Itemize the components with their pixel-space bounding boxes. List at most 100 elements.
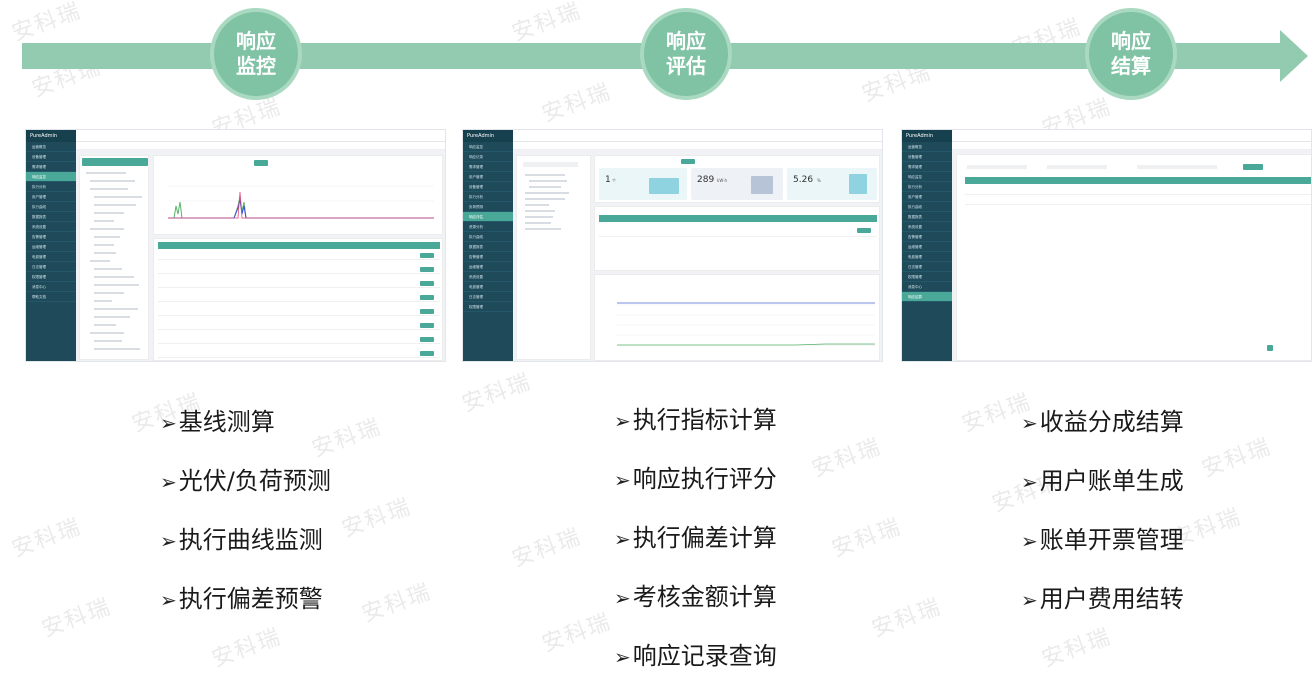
bullet-icon: ➢ — [1021, 470, 1038, 494]
app-logo: PureAdmin — [26, 130, 76, 142]
stat-energy-unit: kW·h — [717, 178, 728, 183]
watermark: 安科瑞 — [828, 514, 905, 563]
sidebar-item[interactable]: 用户管理 — [902, 192, 952, 202]
list-item: ➢响应执行评分 — [614, 459, 777, 518]
sidebar-item[interactable]: 用户管理 — [463, 172, 513, 182]
sidebar-item[interactable]: 资源分析 — [463, 222, 513, 232]
curve-panel — [153, 155, 443, 235]
sidebar-item[interactable]: 设备管理 — [902, 152, 952, 162]
top-bar — [952, 130, 1311, 142]
feature-label: 用户账单生成 — [1039, 467, 1184, 495]
sidebar-item[interactable]: 告警管理 — [463, 252, 513, 262]
sidebar: PureAdmin 运营概览 设备管理 需求管理 响应监控 执行分析 用户管理 执行曲线 数据… — [26, 130, 76, 361]
tab-bar — [513, 142, 882, 150]
watermark: 安科瑞 — [1198, 434, 1275, 483]
sidebar-item[interactable]: 消息中心 — [26, 282, 76, 292]
sidebar-item[interactable]: 响应监控 — [463, 142, 513, 152]
stat-ratio-unit: % — [817, 178, 821, 183]
sidebar-item[interactable]: 日志管理 — [26, 262, 76, 272]
bullet-icon: ➢ — [614, 527, 631, 551]
score-chart — [617, 302, 875, 346]
top-bar — [513, 130, 882, 142]
sidebar-item[interactable]: 运维管理 — [463, 262, 513, 272]
feature-label: 执行曲线监测 — [178, 526, 323, 554]
record-table — [153, 238, 443, 361]
watermark: 安科瑞 — [338, 494, 415, 543]
sidebar-item[interactable]: 电费管理 — [463, 282, 513, 292]
sidebar-item[interactable]: 执行曲线 — [26, 202, 76, 212]
sidebar-item[interactable]: 系统设置 — [902, 222, 952, 232]
sidebar-item[interactable]: 日志管理 — [902, 262, 952, 272]
bullet-icon: ➢ — [614, 409, 631, 433]
sidebar: PureAdmin 运营概览 设备管理 需求管理 响应监控 执行分析 用户管理 执行曲线 数据… — [902, 130, 952, 361]
sidebar-item[interactable]: 响应记录 — [463, 152, 513, 162]
stage-label-line2: 结算 — [1111, 54, 1151, 78]
stat-energy-value: 289 — [697, 175, 715, 185]
sidebar-item[interactable]: 告警管理 — [902, 232, 952, 242]
sidebar-item[interactable]: 系统设置 — [26, 222, 76, 232]
watermark: 安科瑞 — [538, 79, 615, 128]
sidebar-item[interactable]: 响应监控 — [902, 172, 952, 182]
sidebar-item[interactable]: 需求管理 — [902, 162, 952, 172]
sidebar-item[interactable]: 执行曲线 — [902, 202, 952, 212]
stage-label-line2: 监控 — [236, 54, 276, 78]
watermark: 安科瑞 — [458, 369, 535, 418]
sidebar-item[interactable]: 运维管理 — [26, 242, 76, 252]
sidebar-item[interactable]: 消息中心 — [902, 282, 952, 292]
sidebar-item[interactable]: 帮助文档 — [26, 292, 76, 302]
sidebar-item[interactable]: 用户管理 — [26, 192, 76, 202]
sidebar-item[interactable]: 告警管理 — [26, 232, 76, 242]
list-item: ➢考核金额计算 — [614, 577, 777, 636]
stage-settle: 响应 结算 — [1085, 8, 1177, 100]
sidebar-item[interactable]: 运营概览 — [902, 142, 952, 152]
list-item: ➢执行偏差计算 — [614, 518, 777, 577]
sidebar-item[interactable]: 系统设置 — [463, 272, 513, 282]
sidebar-item[interactable]: 执行分析 — [26, 182, 76, 192]
bullet-icon: ➢ — [614, 468, 631, 492]
sidebar-item[interactable]: 电费管理 — [902, 252, 952, 262]
sidebar-item[interactable]: 负荷预测 — [463, 202, 513, 212]
sidebar-item[interactable]: 电费管理 — [26, 252, 76, 262]
sidebar-item[interactable]: 设备管理 — [26, 152, 76, 162]
bullet-icon: ➢ — [1021, 411, 1038, 435]
sidebar-item[interactable]: 响应结算 — [902, 292, 952, 302]
bullet-icon: ➢ — [160, 411, 177, 435]
sidebar-item[interactable]: 执行曲线 — [463, 232, 513, 242]
sidebar-item[interactable]: 响应评估 — [463, 212, 513, 222]
sidebar-item[interactable]: 执行分析 — [902, 182, 952, 192]
feature-label: 账单开票管理 — [1039, 526, 1184, 554]
sidebar-item[interactable]: 权限管理 — [902, 272, 952, 282]
stats-panel: 1 个 289 kW·h 5.26 % — [594, 155, 880, 203]
sidebar-item[interactable]: 设备管理 — [463, 182, 513, 192]
bullet-icon: ➢ — [1021, 588, 1038, 612]
watermark: 安科瑞 — [8, 514, 85, 563]
watermark: 安科瑞 — [38, 594, 115, 643]
feature-label: 光伏/负荷预测 — [178, 467, 331, 495]
tab-bar — [952, 142, 1311, 150]
sidebar-item[interactable]: 运维管理 — [902, 242, 952, 252]
sidebar-item[interactable]: 需求管理 — [26, 162, 76, 172]
sidebar-item[interactable]: 日志管理 — [463, 292, 513, 302]
watermark: 安科瑞 — [808, 434, 885, 483]
stat-count-unit: 个 — [612, 178, 616, 183]
watermark: 安科瑞 — [538, 609, 615, 658]
sidebar-item[interactable]: 执行分析 — [463, 192, 513, 202]
sidebar-item[interactable]: 权限管理 — [463, 302, 513, 312]
list-item: ➢收益分成结算 — [1021, 402, 1184, 461]
sidebar-item[interactable]: 数据报表 — [902, 212, 952, 222]
stat-ratio-value: 5.26 — [793, 175, 814, 185]
sidebar-item[interactable]: 数据报表 — [463, 242, 513, 252]
feature-label: 考核金额计算 — [632, 583, 777, 611]
sidebar-item[interactable]: 需求管理 — [463, 162, 513, 172]
evaluate-feature-list: ➢执行指标计算 ➢响应执行评分 ➢执行偏差计算 ➢考核金额计算 ➢响应记录查询 — [614, 400, 777, 695]
sidebar-item[interactable]: 数据报表 — [26, 212, 76, 222]
screenshot-evaluate: PureAdmin 响应监控 响应记录 需求管理 用户管理 设备管理 执行分析 负荷预测 响应… — [462, 129, 883, 362]
feature-label: 收益分成结算 — [1039, 408, 1184, 436]
list-item: ➢账单开票管理 — [1021, 520, 1184, 579]
sidebar-item[interactable]: 权限管理 — [26, 272, 76, 282]
screenshot-monitor: PureAdmin 运营概览 设备管理 需求管理 响应监控 执行分析 用户管理 执行曲线 数据… — [25, 129, 446, 362]
sidebar-item[interactable]: 响应监控 — [26, 172, 76, 182]
bullet-icon: ➢ — [614, 586, 631, 610]
response-record-table — [594, 206, 880, 271]
sidebar-item[interactable]: 运营概览 — [26, 142, 76, 152]
